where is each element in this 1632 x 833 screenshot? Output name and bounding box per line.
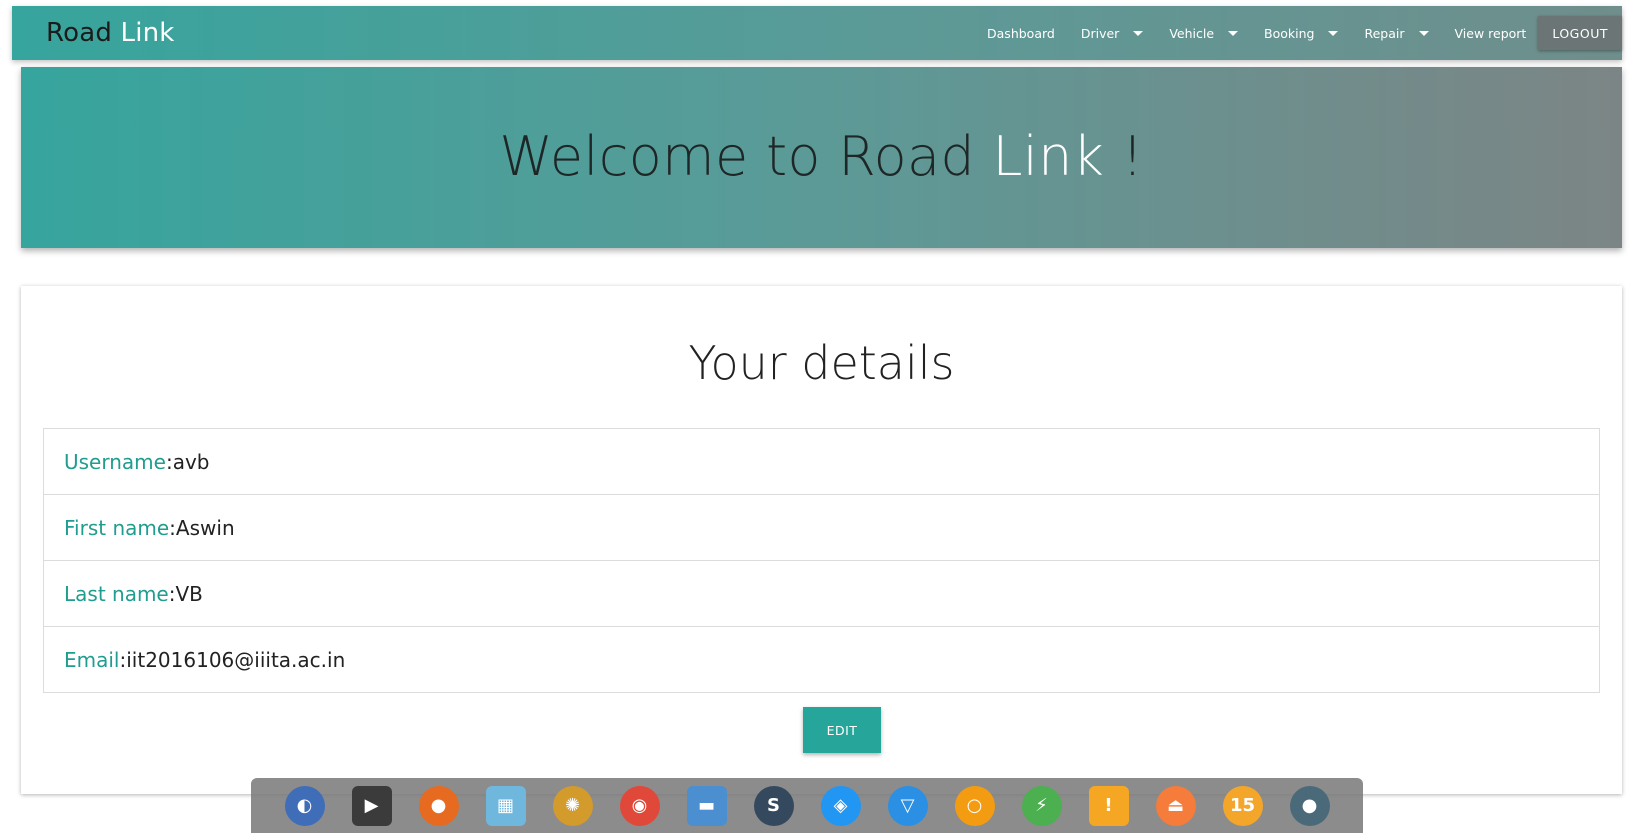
launcher-icon[interactable]: ◐: [284, 785, 325, 826]
taskbar-dock: ◐ ▶ ● ▦ ✺ ◉ ▬ S ◈ ▽ ○ ⚡! ⏏ 15 ●: [251, 778, 1363, 833]
nav-driver-dropdown[interactable]: Driver: [1080, 25, 1144, 41]
username-value: avb: [172, 449, 210, 474]
caret-down-icon: [1228, 30, 1239, 36]
separator: :: [165, 449, 173, 474]
separator: :: [168, 581, 176, 606]
brand-road: Road: [46, 18, 113, 48]
caret-down-icon: [1133, 30, 1144, 36]
logout-button[interactable]: LOGOUT: [1538, 16, 1622, 50]
email-value: iit2016106@iiita.ac.in: [126, 647, 346, 672]
drop-icon[interactable]: ●: [1289, 785, 1330, 826]
last-name-value: VB: [175, 581, 203, 606]
nav-dashboard-label: Dashboard: [987, 25, 1055, 41]
nav-dashboard[interactable]: Dashboard: [987, 26, 1055, 41]
welcome-title: Welcome to Road Link !: [21, 125, 1622, 188]
brand-link: Link: [112, 18, 175, 48]
detail-row-email: Email : iit2016106@iiita.ac.in: [44, 627, 1599, 692]
nav-repair-dropdown[interactable]: Repair: [1364, 25, 1429, 41]
first-name-value: Aswin: [175, 515, 235, 540]
details-title: Your details: [688, 336, 955, 390]
eject-icon[interactable]: ⏏: [1155, 785, 1196, 826]
chrome-icon[interactable]: ◉: [619, 785, 660, 826]
top-navbar: Road Link Dashboard Driver Vehicle Booki…: [12, 6, 1622, 60]
brand-logo[interactable]: Road Link: [46, 18, 175, 48]
maps-icon[interactable]: ▦: [485, 785, 526, 826]
email-label: Email: [64, 647, 120, 672]
nav-booking-label: Booking: [1264, 25, 1315, 41]
separator: :: [119, 647, 127, 672]
nav-driver-label: Driver: [1080, 25, 1120, 41]
files-icon[interactable]: ▬: [686, 785, 727, 826]
caret-down-icon: [1328, 30, 1339, 36]
sublime-icon[interactable]: S: [753, 785, 794, 826]
helm-icon[interactable]: ✺: [552, 785, 593, 826]
separator: :: [169, 515, 176, 540]
caret-down-icon: [1418, 30, 1429, 36]
power-icon[interactable]: ⚡: [1021, 785, 1062, 826]
detail-row-first-name: First name : Aswin: [44, 495, 1599, 561]
username-label: Username: [64, 449, 166, 474]
welcome-banner: Welcome to Road Link !: [21, 67, 1622, 248]
warning-icon[interactable]: !: [1088, 785, 1129, 826]
nav-booking-dropdown[interactable]: Booking: [1264, 25, 1339, 41]
welcome-title-part3: !: [1104, 125, 1144, 188]
firefox-icon[interactable]: ●: [418, 785, 459, 826]
details-card: Your details Username : avb First name :…: [21, 286, 1622, 794]
detail-row-last-name: Last name : VB: [44, 561, 1599, 627]
network-icon[interactable]: ▽: [887, 785, 928, 826]
security-icon[interactable]: ◈: [820, 785, 861, 826]
record-icon[interactable]: ○: [954, 785, 995, 826]
terminal-icon[interactable]: ▶: [351, 785, 392, 826]
clock-icon[interactable]: 15: [1222, 785, 1263, 826]
first-name-label: First name: [64, 515, 170, 540]
last-name-label: Last name: [64, 581, 169, 606]
nav-vehicle-dropdown[interactable]: Vehicle: [1169, 25, 1239, 41]
welcome-title-link: Link: [992, 125, 1105, 188]
nav-view-report[interactable]: View report: [1455, 26, 1527, 41]
nav-menu: Dashboard Driver Vehicle Booking Repair …: [987, 6, 1622, 60]
edit-button[interactable]: EDIT: [803, 707, 881, 753]
nav-view-report-label: View report: [1454, 25, 1527, 41]
nav-repair-label: Repair: [1364, 25, 1405, 41]
welcome-title-part1: Welcome to Road: [499, 125, 993, 188]
details-list: Username : avb First name : Aswin Last n…: [43, 428, 1600, 693]
nav-vehicle-label: Vehicle: [1169, 25, 1215, 41]
detail-row-username: Username : avb: [44, 429, 1599, 495]
